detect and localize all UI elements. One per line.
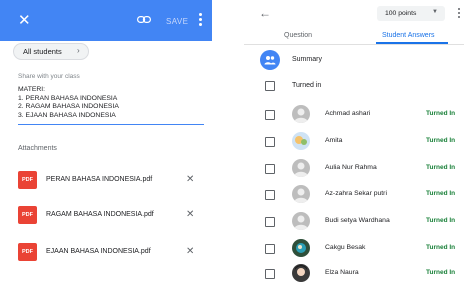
student-row[interactable]: Achmad ashari Turned In bbox=[244, 103, 464, 125]
remove-attachment-icon[interactable]: ✕ bbox=[186, 174, 194, 185]
attachment-name: PERAN BAHASA INDONESIA.pdf bbox=[46, 176, 153, 183]
student-name: Amita bbox=[325, 137, 343, 144]
chevron-right-icon: › bbox=[77, 46, 80, 55]
status-badge: Turned In bbox=[426, 244, 456, 251]
close-icon[interactable]: ✕ bbox=[18, 13, 31, 28]
student-row[interactable]: Budi setya Wardhana Turned In bbox=[244, 210, 464, 232]
student-checkbox[interactable] bbox=[265, 217, 275, 227]
status-badge: Turned In bbox=[426, 164, 456, 171]
edit-question-panel: ✕ SAVE All students › Share with your cl… bbox=[0, 0, 212, 284]
save-button[interactable]: SAVE bbox=[166, 17, 188, 26]
pdf-icon: PDF bbox=[18, 243, 37, 261]
status-badge: Turned In bbox=[426, 110, 456, 117]
student-name: Achmad ashari bbox=[325, 110, 371, 117]
student-row[interactable]: Cakgu Besak Turned In bbox=[244, 237, 464, 259]
more-vert-icon[interactable] bbox=[458, 8, 460, 20]
people-icon bbox=[260, 50, 280, 70]
student-name: Budi setya Wardhana bbox=[325, 217, 390, 224]
tab-student-answers[interactable]: Student Answers bbox=[382, 32, 435, 39]
student-answers-panel: ← 100 points ▼ Question Student Answers … bbox=[244, 0, 464, 284]
student-name: Aulia Nur Rahma bbox=[325, 164, 377, 171]
avatar bbox=[292, 105, 310, 123]
student-checkbox[interactable] bbox=[265, 190, 275, 200]
student-row[interactable]: Aulia Nur Rahma Turned In bbox=[244, 157, 464, 179]
points-label: 100 points bbox=[385, 10, 417, 17]
remove-attachment-icon[interactable]: ✕ bbox=[186, 246, 194, 257]
select-all-checkbox[interactable] bbox=[265, 81, 275, 91]
avatar bbox=[292, 159, 310, 177]
student-checkbox[interactable] bbox=[265, 164, 275, 174]
status-badge: Turned In bbox=[426, 190, 456, 197]
status-badge: Turned In bbox=[426, 269, 456, 276]
question-text-field[interactable]: MATERI: 1. PERAN BAHASA INDONESIA 2. RAG… bbox=[18, 86, 119, 120]
turned-in-section-header: Turned in bbox=[292, 82, 322, 89]
pdf-icon: PDF bbox=[18, 171, 37, 189]
audience-chip[interactable]: All students › bbox=[13, 43, 89, 60]
student-name: Az-zahra Sekar putri bbox=[325, 190, 387, 197]
attachment-item[interactable]: PDF PERAN BAHASA INDONESIA.pdf ✕ bbox=[18, 171, 208, 189]
student-row[interactable]: Amita Turned In bbox=[244, 130, 464, 152]
attachments-label: Attachments bbox=[18, 145, 57, 152]
tab-divider bbox=[244, 44, 464, 45]
student-name: Elza Naura bbox=[325, 269, 359, 276]
student-checkbox[interactable] bbox=[265, 244, 275, 254]
summary-label[interactable]: Summary bbox=[292, 56, 322, 63]
status-badge: Turned In bbox=[426, 217, 456, 224]
attachment-name: RAGAM BAHASA INDONESIA.pdf bbox=[46, 211, 154, 218]
attachment-item[interactable]: PDF EJAAN BAHASA INDONESIA.pdf ✕ bbox=[18, 243, 208, 261]
avatar bbox=[292, 185, 310, 203]
text-field-underline bbox=[18, 124, 204, 125]
remove-attachment-icon[interactable]: ✕ bbox=[186, 209, 194, 220]
student-row[interactable]: Elza Naura Turned In bbox=[244, 262, 464, 284]
more-vert-icon[interactable] bbox=[199, 13, 202, 27]
student-checkbox[interactable] bbox=[265, 137, 275, 147]
student-checkbox[interactable] bbox=[265, 269, 275, 279]
avatar bbox=[292, 132, 310, 150]
avatar bbox=[292, 212, 310, 230]
student-checkbox[interactable] bbox=[265, 110, 275, 120]
audience-chip-label: All students bbox=[23, 47, 62, 56]
avatar bbox=[292, 239, 310, 257]
attachment-item[interactable]: PDF RAGAM BAHASA INDONESIA.pdf ✕ bbox=[18, 206, 208, 224]
pdf-icon: PDF bbox=[18, 206, 37, 224]
share-hint: Share with your class bbox=[18, 73, 80, 80]
tab-question[interactable]: Question bbox=[284, 32, 312, 39]
attachment-name: EJAAN BAHASA INDONESIA.pdf bbox=[46, 248, 151, 255]
avatar bbox=[292, 264, 310, 282]
student-row[interactable]: Az-zahra Sekar putri Turned In bbox=[244, 183, 464, 205]
back-arrow-icon[interactable]: ← bbox=[259, 6, 271, 20]
points-dropdown[interactable]: 100 points ▼ bbox=[377, 6, 445, 21]
link-icon[interactable] bbox=[137, 16, 151, 23]
top-app-bar: ✕ SAVE bbox=[0, 0, 212, 41]
student-name: Cakgu Besak bbox=[325, 244, 366, 251]
dropdown-arrow-icon: ▼ bbox=[432, 9, 438, 15]
status-badge: Turned In bbox=[426, 137, 456, 144]
